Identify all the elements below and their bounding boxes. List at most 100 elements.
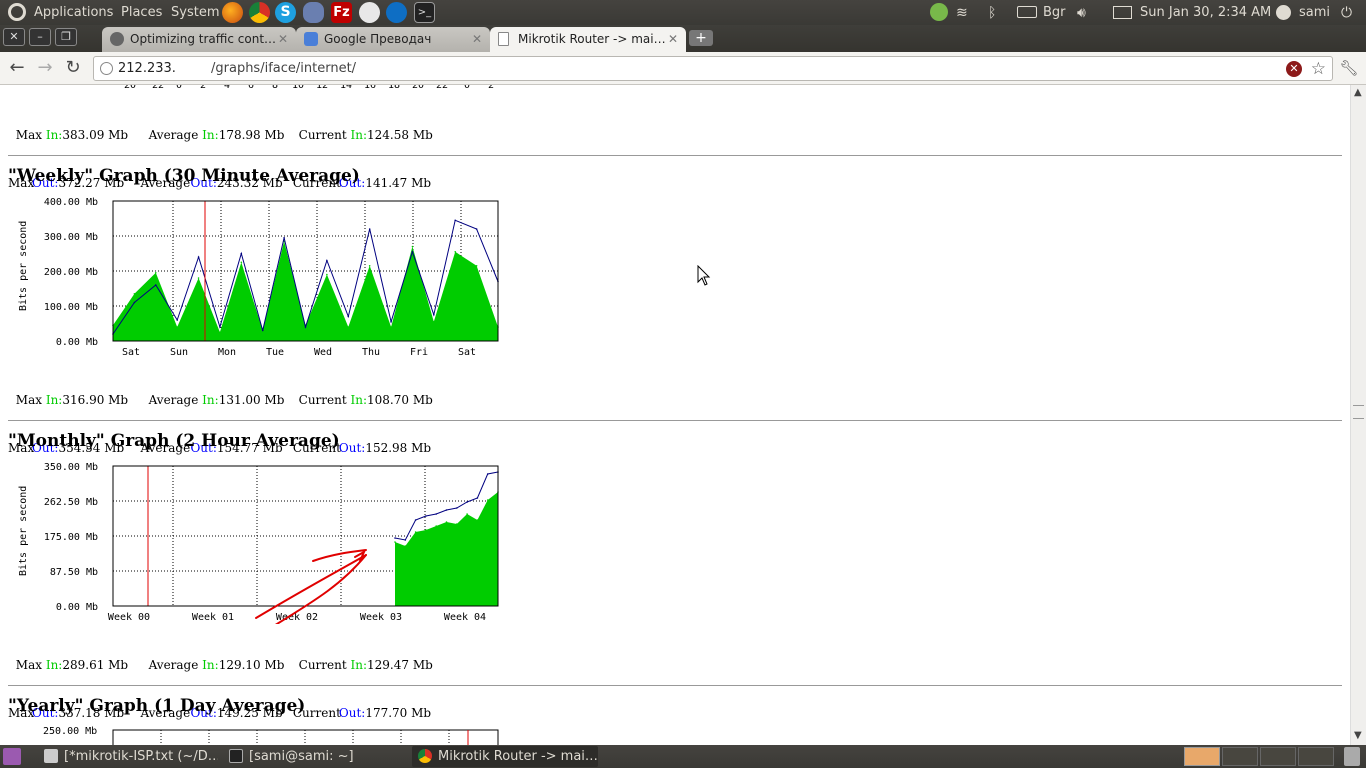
scroll-up-arrow-icon[interactable]: ▲	[1354, 87, 1362, 98]
series-out-point	[240, 252, 243, 255]
ubuntu-logo-icon[interactable]	[8, 3, 26, 21]
bookmark-star-icon[interactable]: ☆	[1311, 58, 1326, 81]
series-out-point	[486, 473, 489, 475]
series-out-point	[347, 315, 350, 318]
mail-indicator-icon[interactable]	[1113, 6, 1132, 19]
tab-optimizing-traffic[interactable]: Optimizing traffic cont… ✕	[102, 27, 296, 52]
stop-icon[interactable]: ✕	[1286, 61, 1302, 77]
pidgin-launcher-icon[interactable]	[303, 2, 324, 23]
svg-text:22: 22	[436, 85, 448, 91]
series-in-point	[347, 326, 350, 328]
cur-out-value: 177.70 Mb	[365, 706, 432, 720]
tab-close-icon[interactable]: ✕	[278, 27, 288, 51]
svg-text:12: 12	[316, 85, 328, 91]
scroll-down-arrow-icon[interactable]: ▼	[1354, 730, 1362, 741]
x-tick-label: Wed	[314, 347, 332, 358]
user-name[interactable]: sami	[1299, 5, 1330, 20]
y-tick-label: 262.50 Mb	[44, 497, 98, 508]
network-status-icon[interactable]	[930, 3, 948, 21]
taskbar-item-label: Mikrotik Router -> mai…	[438, 749, 598, 764]
current-label: Current	[298, 128, 347, 142]
tab-close-icon[interactable]: ✕	[668, 27, 678, 51]
window-close-button[interactable]: ✕	[3, 28, 25, 46]
series-out-point	[197, 256, 200, 258]
series-in-point	[390, 326, 392, 328]
svg-text:8: 8	[272, 85, 278, 91]
clock[interactable]: Sun Jan 30, 2:34 AM	[1140, 5, 1271, 20]
workspace-switcher[interactable]	[1184, 747, 1220, 766]
series-out-point	[176, 319, 178, 321]
x-tick-label: Thu	[362, 347, 380, 358]
x-tick-label: Week 03	[360, 612, 402, 623]
workspace-switcher-4[interactable]	[1298, 747, 1334, 766]
taskbar-item-mikrotik-txt[interactable]: [*mikrotik-ISP.txt (~/D…	[38, 746, 218, 767]
series-in-point	[475, 264, 478, 267]
terminal-launcher-icon[interactable]: >_	[414, 2, 435, 23]
separator	[8, 420, 1342, 421]
keyboard-icon[interactable]	[1017, 6, 1037, 18]
workspace-switcher-3[interactable]	[1260, 747, 1296, 766]
y-tick-label: 0.00 Mb	[56, 337, 98, 348]
series-out-point	[411, 250, 414, 253]
series-in-point	[219, 331, 221, 334]
in-label: In:	[202, 128, 219, 142]
monthly-graph: Bits per second 0.00 Mb 87.50 Mb 175.00 Mb 2…	[18, 462, 499, 624]
current-label: Current	[298, 658, 347, 672]
workspace-switcher-2[interactable]	[1222, 747, 1258, 766]
wrench-menu-icon[interactable]: 🔧︎	[1338, 57, 1360, 79]
back-button[interactable]: ←	[6, 57, 28, 79]
series-out-point	[368, 228, 371, 230]
wifi-icon[interactable]: ≋	[956, 5, 968, 21]
applications-menu[interactable]: Applications	[34, 5, 113, 20]
url-host: 212.233.	[118, 61, 176, 76]
address-bar[interactable]: 212.233. /graphs/iface/internet/ ✕ ☆	[93, 56, 1333, 81]
weekly-graph-title: "Weekly" Graph (30 Minute Average)	[8, 166, 360, 186]
volume-icon[interactable]: 🔊︎	[1077, 5, 1086, 21]
reload-button[interactable]: ↻	[62, 57, 84, 79]
page-icon	[498, 32, 509, 46]
taskbar-item-chrome[interactable]: Mikrotik Router -> mai…	[412, 746, 598, 767]
window-maximize-button[interactable]: ❐	[55, 28, 77, 46]
keyboard-layout[interactable]: Bgr	[1043, 5, 1066, 20]
skype-launcher-icon[interactable]: S	[275, 2, 296, 23]
page-scrollbar[interactable]: ▲ ▼	[1350, 85, 1366, 745]
bluetooth-icon[interactable]: ᛒ	[988, 5, 996, 21]
series-in-point	[394, 541, 396, 543]
scrollbar-grip-icon[interactable]	[1353, 405, 1364, 419]
system-menu[interactable]: System	[171, 5, 219, 20]
tab-close-icon[interactable]: ✕	[472, 27, 482, 51]
in-label: In:	[350, 658, 368, 672]
series-in-point	[454, 250, 457, 253]
in-label: In:	[45, 658, 63, 672]
cur-in-value: 108.70 Mb	[367, 393, 433, 407]
in-label: In:	[350, 128, 368, 142]
series-in-point	[240, 261, 243, 264]
svg-text:0: 0	[176, 85, 182, 91]
forward-button[interactable]: →	[34, 57, 56, 79]
max-in-value: 289.61 Mb	[62, 658, 129, 672]
mail-launcher-icon[interactable]	[359, 2, 380, 23]
filezilla-launcher-icon[interactable]: Fz	[331, 2, 352, 23]
in-label: In:	[45, 128, 63, 142]
places-menu[interactable]: Places	[121, 5, 162, 20]
series-out-point	[133, 301, 136, 304]
series-out-point	[154, 284, 157, 286]
daily-graph-axis-cutoff: 20 22 0 2 4 6 8 10 12 14 16 18 20 22 0 2	[124, 85, 494, 91]
show-desktop-icon[interactable]	[3, 748, 21, 765]
chrome-launcher-icon[interactable]	[249, 2, 270, 23]
power-icon[interactable]: ⏻	[1341, 5, 1352, 21]
series-out-point	[304, 326, 307, 328]
taskbar-item-terminal[interactable]: [sami@sami: ~]	[223, 746, 409, 767]
trash-icon[interactable]	[1344, 747, 1360, 766]
page-content: 20 22 0 2 4 6 8 10 12 14 16 18 20 22 0 2 Max In:383.…	[0, 85, 1350, 745]
series-in-point	[197, 277, 200, 279]
new-tab-button[interactable]: +	[689, 30, 713, 46]
window-minimize-button[interactable]: –	[29, 28, 51, 46]
x-tick-label: Tue	[266, 347, 284, 358]
series-out-point	[454, 219, 457, 222]
teamviewer-launcher-icon[interactable]	[386, 2, 407, 23]
firefox-launcher-icon[interactable]	[222, 2, 243, 23]
tab-google-translate[interactable]: Google Преводач ✕	[296, 27, 490, 52]
tab-mikrotik-router[interactable]: Mikrotik Router -> mai… ✕	[490, 27, 686, 52]
cur-out-value: 141.47 Mb	[365, 176, 432, 190]
